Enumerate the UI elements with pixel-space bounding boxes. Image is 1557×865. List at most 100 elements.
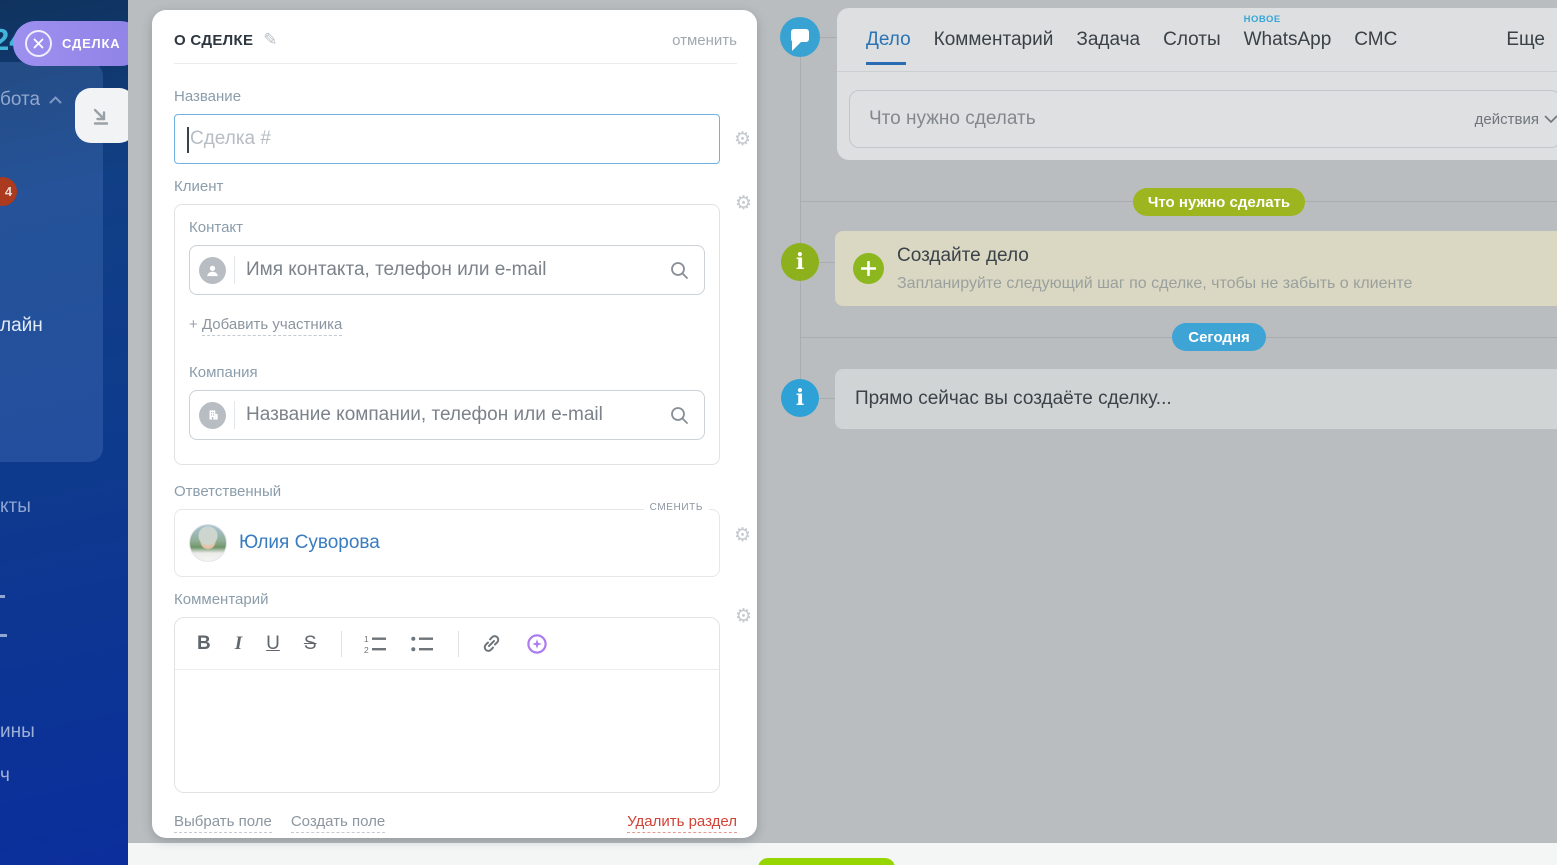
add-participant-link[interactable]: Добавить участника	[201, 316, 343, 336]
sidebar: 24 СДЕЛКА бота 4 лайн кты ины ч	[0, 0, 128, 865]
section-title: О СДЕЛКЕ	[174, 31, 254, 49]
tab-delo[interactable]: Дело	[866, 29, 911, 65]
sidebar-item-online[interactable]: лайн	[0, 315, 43, 337]
comment-editor: ⚙ B I U S 1 2	[174, 607, 752, 793]
divider	[234, 256, 235, 284]
create-field-link[interactable]: Создать поле	[290, 813, 386, 833]
deal-chip-label: СДЕЛКА	[62, 36, 121, 51]
edit-section-icon[interactable]: ✎	[263, 30, 277, 50]
chat-bubble-icon	[780, 17, 820, 57]
client-section-label: Клиент	[174, 178, 224, 195]
task-input[interactable]	[850, 108, 1475, 130]
name-field-label: Название	[174, 88, 242, 105]
svg-text:1: 1	[364, 634, 369, 644]
deal-name-input[interactable]	[175, 115, 719, 163]
italic-button[interactable]: I	[235, 634, 242, 653]
tab-slots[interactable]: Слоты	[1163, 29, 1221, 51]
link-button[interactable]	[481, 633, 502, 654]
plus-sign: +	[189, 316, 198, 333]
client-box: ⚙ Контакт + Добавить участника Компания	[174, 194, 752, 465]
create-task-subtitle: Запланируйте следующий шаг по сделке, чт…	[897, 275, 1413, 292]
status-message-card: Прямо сейчас вы создаёте сделку...	[835, 369, 1557, 429]
collapse-arrow-icon	[93, 108, 109, 125]
hint-pill: Что нужно сделать	[1133, 188, 1305, 216]
new-badge: НОВОЕ	[1243, 13, 1281, 25]
company-icon	[199, 401, 226, 429]
date-pill: Сегодня	[1172, 323, 1266, 351]
toolbar-divider	[457, 630, 459, 657]
divider	[234, 401, 235, 429]
deal-chip[interactable]: СДЕЛКА	[13, 21, 128, 66]
task-input-wrap: действия	[849, 90, 1557, 148]
status-message: Прямо сейчас вы создаёте сделку...	[855, 388, 1172, 409]
modal-footer	[128, 843, 1557, 865]
company-search-input[interactable]	[246, 404, 662, 426]
add-task-button[interactable]	[853, 253, 884, 284]
tab-comment[interactable]: Комментарий	[934, 29, 1054, 51]
gear-icon[interactable]: ⚙	[734, 526, 751, 545]
close-icon[interactable]	[25, 30, 52, 57]
tab-more[interactable]: Еще	[1506, 29, 1545, 51]
bullet-list-button[interactable]	[410, 634, 434, 654]
company-search-input-wrap	[189, 390, 705, 440]
gear-icon[interactable]: ⚙	[734, 130, 751, 149]
info-icon-green: i	[781, 243, 819, 281]
actions-label: действия	[1474, 110, 1539, 128]
change-responsible-link[interactable]: СМЕНИТЬ	[643, 502, 709, 513]
notification-count: 4	[4, 184, 13, 199]
sidebar-item-contacts[interactable]: кты	[0, 496, 31, 518]
actions-dropdown[interactable]: действия	[1475, 111, 1557, 128]
editor-toolbar: B I U S 1 2	[175, 618, 719, 670]
sidebar-item-fragment	[0, 634, 7, 637]
contact-search-input-wrap	[189, 245, 705, 295]
chevron-up-icon	[49, 96, 62, 104]
sidebar-item-label: бота	[0, 89, 41, 110]
comment-textarea[interactable]	[175, 670, 719, 792]
strikethrough-button[interactable]: S	[304, 634, 317, 653]
header-divider	[174, 63, 737, 64]
responsible-user-link[interactable]: Юлия Суворова	[239, 532, 380, 554]
chat-glyph	[791, 29, 809, 51]
text-caret	[187, 127, 189, 153]
timeline-connector	[819, 262, 835, 263]
gear-icon[interactable]: ⚙	[735, 194, 752, 213]
avatar	[189, 524, 227, 562]
search-icon[interactable]	[670, 406, 689, 425]
tab-whatsapp[interactable]: НОВОЕ WhatsApp	[1243, 14, 1332, 51]
underline-button[interactable]: U	[266, 634, 280, 653]
bold-button[interactable]: B	[197, 634, 211, 653]
add-participant-row: + Добавить участника	[189, 316, 705, 336]
sidebar-item-shops[interactable]: ины	[0, 721, 35, 743]
feed-tabs: Дело Комментарий Задача Слоты НОВОЕ What…	[837, 8, 1557, 72]
svg-text:2: 2	[364, 645, 369, 654]
sidebar-item-fragment	[0, 595, 5, 598]
cancel-button[interactable]: отменить	[672, 32, 737, 49]
form-footer-links: Выбрать поле Создать поле Удалить раздел	[174, 813, 737, 833]
feed-tab-panel: Дело Комментарий Задача Слоты НОВОЕ What…	[837, 8, 1557, 160]
contact-field-label: Контакт	[189, 219, 244, 236]
tab-task[interactable]: Задача	[1076, 29, 1140, 51]
timeline-connector	[819, 398, 835, 399]
search-icon[interactable]	[670, 261, 689, 280]
person-icon	[199, 256, 226, 284]
select-field-link[interactable]: Выбрать поле	[174, 813, 272, 833]
tab-sms[interactable]: СМС	[1354, 29, 1397, 51]
ordered-list-button[interactable]: 1 2	[364, 634, 387, 654]
delete-section-link[interactable]: Удалить раздел	[627, 813, 737, 833]
create-task-title: Создайте дело	[897, 245, 1029, 266]
create-task-card[interactable]	[835, 231, 1557, 306]
collapse-panel-button[interactable]	[75, 88, 128, 143]
toolbar-divider	[340, 630, 342, 657]
timeline-connector	[820, 37, 837, 38]
save-deal-button[interactable]	[758, 858, 895, 865]
deal-form-card: О СДЕЛКЕ ✎ отменить Название ⚙ Клиент ⚙ …	[152, 10, 757, 838]
tab-whatsapp-label: WhatsApp	[1243, 28, 1332, 50]
responsible-box: СМЕНИТЬ ⚙ Юлия Суворова	[174, 502, 751, 577]
comment-label: Комментарий	[174, 591, 269, 608]
sidebar-item-rabota[interactable]: бота	[0, 89, 62, 111]
contact-search-input[interactable]	[246, 259, 662, 281]
responsible-label: Ответственный	[174, 483, 282, 500]
deal-name-input-wrap: ⚙	[174, 114, 751, 164]
ai-assistant-button[interactable]	[526, 633, 548, 655]
sidebar-item-misc[interactable]: ч	[0, 765, 10, 787]
